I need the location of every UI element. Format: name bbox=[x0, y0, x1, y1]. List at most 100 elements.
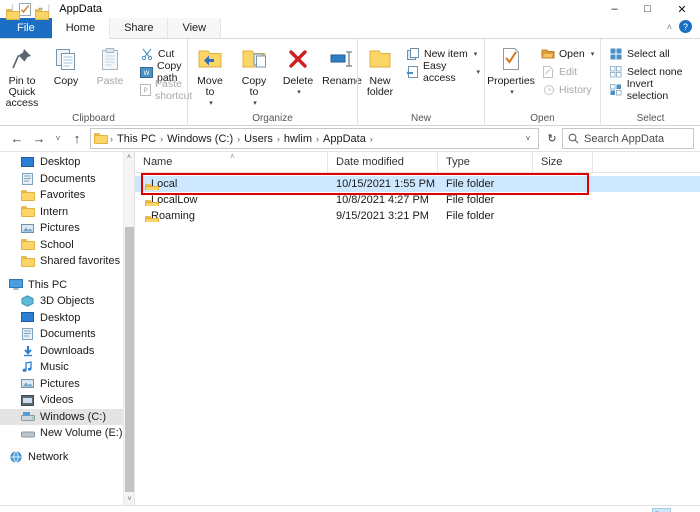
address-dropdown-icon[interactable]: ˅ bbox=[520, 134, 536, 143]
file-name-cell[interactable]: LocalLow bbox=[135, 194, 328, 206]
move-to-icon bbox=[197, 44, 223, 74]
file-type-cell: File folder bbox=[446, 194, 495, 206]
scroll-up-arrow-icon[interactable]: ˄ bbox=[124, 152, 134, 163]
new-folder-icon bbox=[367, 44, 393, 74]
nav-item-favorites[interactable]: Favorites bbox=[0, 187, 134, 204]
paste-button[interactable]: Paste bbox=[88, 44, 132, 87]
breadcrumb-item-windows-c[interactable]: Windows (C:) bbox=[164, 133, 236, 145]
pin-to-quick-access-button[interactable]: Pin to Quick access bbox=[0, 44, 44, 109]
nav-item-downloads[interactable]: Downloads bbox=[0, 343, 134, 360]
easy-access-label: Easy access bbox=[423, 60, 456, 84]
breadcrumb-item-this-pc[interactable]: This PC bbox=[114, 133, 159, 145]
edit-icon bbox=[541, 65, 555, 79]
copy-to-caret-icon[interactable]: ▾ bbox=[253, 98, 257, 109]
scroll-down-arrow-icon[interactable]: ˅ bbox=[124, 494, 134, 505]
nav-item-videos[interactable]: Videos bbox=[0, 392, 134, 409]
ribbon-group-clipboard: Pin to Quick access Copy Paste Cut W Cop… bbox=[0, 39, 192, 126]
nav-item-this-pc[interactable]: This PC bbox=[0, 277, 134, 294]
nav-item-shared-favorites[interactable]: Shared favorites bbox=[0, 253, 134, 270]
select-all-button[interactable]: Select all bbox=[605, 45, 700, 63]
details-view-button[interactable] bbox=[652, 508, 671, 512]
properties-icon[interactable] bbox=[18, 2, 31, 16]
search-box[interactable]: Search AppData bbox=[562, 128, 694, 149]
nav-label: New Volume (E:) bbox=[40, 427, 123, 440]
nav-label: Music bbox=[40, 361, 69, 374]
table-row[interactable]: LocalLow 10/8/2021 4:27 PM File folder bbox=[135, 192, 700, 208]
paste-label: Paste bbox=[96, 75, 124, 87]
file-name-cell[interactable]: Local bbox=[135, 178, 328, 190]
search-input[interactable]: Search AppData bbox=[584, 133, 664, 145]
folder-icon bbox=[20, 254, 35, 268]
delete-button[interactable]: Delete ▾ bbox=[276, 44, 320, 98]
open-small-buttons: Open ▾ Edit History bbox=[537, 44, 598, 99]
new-item-icon bbox=[406, 47, 420, 61]
nav-item-desktop-2[interactable]: Desktop bbox=[0, 310, 134, 327]
table-row[interactable]: Local 10/15/2021 1:55 PM File folder bbox=[135, 176, 700, 192]
breadcrumb-item-appdata[interactable]: AppData bbox=[320, 133, 369, 145]
move-to-caret-icon[interactable]: ▾ bbox=[209, 98, 213, 109]
minimize-button[interactable]: – bbox=[598, 0, 631, 18]
open-caret-icon[interactable]: ▾ bbox=[591, 50, 595, 58]
tab-share[interactable]: Share bbox=[110, 18, 169, 38]
nav-item-network[interactable]: Network bbox=[0, 449, 134, 466]
easy-access-button[interactable]: Easy access ▾ bbox=[402, 60, 484, 84]
nav-item-3d-objects[interactable]: 3D Objects bbox=[0, 293, 134, 310]
nav-item-documents-2[interactable]: Documents bbox=[0, 326, 134, 343]
file-date-cell: 9/15/2021 3:21 PM bbox=[336, 210, 429, 222]
nav-item-new-volume-e[interactable]: New Volume (E:) bbox=[0, 425, 134, 442]
up-button[interactable]: ↑ bbox=[66, 128, 88, 150]
tab-view[interactable]: View bbox=[168, 18, 222, 38]
properties-caret-icon[interactable]: ▾ bbox=[510, 87, 514, 98]
open-button[interactable]: Open ▾ bbox=[537, 45, 598, 63]
table-row[interactable]: Roaming 9/15/2021 3:21 PM File folder bbox=[135, 208, 700, 224]
nav-item-windows-c[interactable]: Windows (C:) bbox=[0, 408, 134, 425]
forward-button[interactable]: → bbox=[28, 128, 50, 150]
breadcrumb-item-hwlim[interactable]: hwlim bbox=[281, 133, 315, 145]
new-folder-button[interactable]: New folder bbox=[358, 44, 402, 98]
nav-item-documents[interactable]: Documents bbox=[0, 171, 134, 188]
move-to-button[interactable]: Move to ▾ bbox=[188, 44, 232, 109]
nav-item-intern[interactable]: Intern bbox=[0, 204, 134, 221]
easy-access-caret-icon[interactable]: ▾ bbox=[476, 68, 480, 76]
nav-item-pictures-2[interactable]: Pictures bbox=[0, 376, 134, 393]
column-header-size[interactable]: Size bbox=[533, 151, 593, 173]
nav-item-school[interactable]: School bbox=[0, 237, 134, 254]
breadcrumb-item-users[interactable]: Users bbox=[241, 133, 276, 145]
breadcrumb-separator-5[interactable]: › bbox=[369, 134, 374, 144]
nav-item-music[interactable]: Music bbox=[0, 359, 134, 376]
back-button[interactable]: ← bbox=[6, 128, 28, 150]
quick-access-toolbar: | ▿ | bbox=[6, 2, 51, 20]
nav-item-pictures[interactable]: Pictures bbox=[0, 220, 134, 237]
tab-file[interactable]: File bbox=[0, 18, 52, 38]
new-item-caret-icon[interactable]: ▾ bbox=[474, 50, 478, 58]
desktop-icon bbox=[20, 155, 35, 169]
help-icon[interactable]: ? bbox=[679, 20, 692, 33]
copy-button[interactable]: Copy bbox=[44, 44, 88, 87]
drive-icon bbox=[20, 410, 35, 424]
nav-label: Documents bbox=[40, 172, 96, 185]
large-icons-view-button[interactable] bbox=[673, 508, 692, 512]
tab-home[interactable]: Home bbox=[51, 18, 111, 39]
videos-icon bbox=[20, 393, 35, 407]
recent-locations-button[interactable]: ˅ bbox=[50, 128, 66, 150]
delete-caret-icon[interactable]: ▾ bbox=[297, 87, 301, 98]
copy-to-button[interactable]: Copy to ▾ bbox=[232, 44, 276, 109]
collapse-ribbon-icon[interactable]: ˄ bbox=[667, 22, 672, 32]
history-button[interactable]: History bbox=[537, 81, 598, 99]
refresh-button[interactable]: ↻ bbox=[542, 132, 562, 145]
scrollbar-thumb[interactable] bbox=[125, 227, 134, 492]
nav-item-desktop[interactable]: Desktop bbox=[0, 154, 134, 171]
maximize-button[interactable]: □ bbox=[631, 0, 664, 18]
edit-button[interactable]: Edit bbox=[537, 63, 598, 81]
properties-button[interactable]: Properties ▾ bbox=[485, 44, 537, 98]
file-type-cell: File folder bbox=[446, 178, 495, 190]
column-header-type[interactable]: Type bbox=[438, 151, 533, 173]
folder-icon bbox=[20, 188, 35, 202]
invert-selection-button[interactable]: Invert selection bbox=[605, 78, 700, 102]
close-button[interactable]: ✕ bbox=[664, 0, 700, 18]
column-header-date-modified[interactable]: Date modified bbox=[328, 151, 438, 173]
breadcrumb-bar[interactable]: › This PC › Windows (C:) › Users › hwlim… bbox=[90, 128, 539, 149]
navigation-pane-scrollbar[interactable]: ˄ ˅ bbox=[123, 152, 134, 505]
file-name-cell[interactable]: Roaming bbox=[135, 210, 328, 222]
paste-shortcut-icon: P bbox=[140, 83, 151, 97]
